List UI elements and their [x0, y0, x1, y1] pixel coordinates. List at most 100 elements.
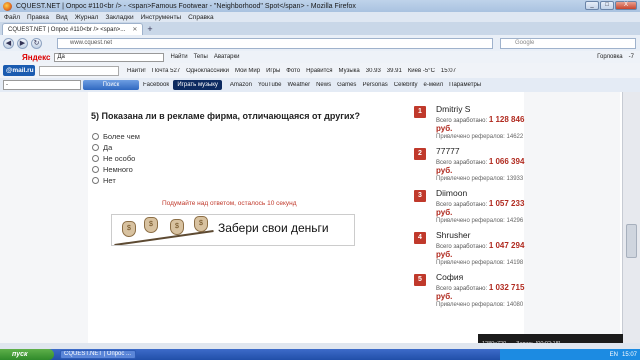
money-banner[interactable]: $ $ $ $ Забери свои деньги	[111, 214, 355, 246]
leader-name[interactable]: Dmitriy S	[436, 104, 470, 114]
scrollbar-thumb[interactable]	[626, 224, 637, 258]
radio-icon[interactable]	[92, 155, 99, 162]
forward-icon[interactable]: ▶	[17, 37, 28, 49]
url-input[interactable]: www.cquest.net	[57, 38, 493, 49]
weather-city[interactable]: Горловка	[597, 54, 623, 60]
leader-refs: Привлечено рефералов: 14198	[436, 260, 523, 266]
radio-icon[interactable]	[92, 166, 99, 173]
leader-earned: Всего заработано: 1 128 846 руб.	[436, 115, 536, 133]
celebrity-link[interactable]: Celebrity	[394, 82, 418, 88]
mailru-mail-link[interactable]: Почта 527	[152, 68, 180, 74]
email-link[interactable]: e-мейл	[423, 82, 443, 88]
mailru-myworld-link[interactable]: Мой Мир	[235, 68, 260, 74]
menu-bookmarks[interactable]: Закладки	[105, 14, 133, 21]
system-tray: EN 15:07	[500, 349, 640, 360]
weather-link[interactable]: Weather	[288, 82, 311, 88]
weather-temp: -7	[628, 54, 634, 60]
news-link[interactable]: News	[316, 82, 331, 88]
refs-label: Привлечено рефералов:	[436, 260, 505, 266]
tab-close-icon[interactable]: ✕	[132, 26, 137, 33]
mailru-search-input[interactable]	[39, 65, 119, 76]
mailru-logo[interactable]: @mail.ru	[3, 65, 35, 76]
menu-file[interactable]: Файл	[4, 14, 20, 21]
radio-icon[interactable]	[92, 177, 99, 184]
rank-badge: 5	[414, 274, 426, 286]
tab-label: CQUEST.NET | Опрос #110<br /> <span>...	[8, 26, 126, 33]
mailru-photo-link[interactable]: Фото	[286, 68, 300, 74]
menu-edit[interactable]: Правка	[27, 14, 49, 21]
taskbar-firefox-item[interactable]: CQUEST.NET | Опрос ...	[60, 350, 136, 359]
earned-currency: руб.	[436, 124, 453, 133]
leader-name[interactable]: София	[436, 272, 463, 282]
option-yes[interactable]: Да	[92, 142, 140, 153]
settings-link[interactable]: Параметры	[449, 82, 481, 88]
language-indicator[interactable]: EN	[610, 352, 618, 358]
play-music-button[interactable]: Играть музыку	[173, 80, 222, 90]
personas-link[interactable]: Personas	[362, 82, 387, 88]
yandex-themes-button[interactable]: Тепы	[194, 54, 208, 60]
refs-label: Привлечено рефералов:	[436, 134, 505, 140]
close-button[interactable]: X	[615, 1, 637, 10]
radio-icon[interactable]	[92, 144, 99, 151]
menu-tools[interactable]: Инструменты	[141, 14, 182, 21]
toolbar-clock: 15:07	[440, 67, 456, 74]
mailru-ok-link[interactable]: Одноклассники	[186, 68, 229, 74]
mailru-games-link[interactable]: Игры	[266, 68, 280, 74]
earned-amount: 1 047 294	[488, 241, 525, 250]
leader-name[interactable]: Diimoon	[436, 188, 467, 198]
games-link[interactable]: Games	[337, 82, 356, 88]
option-no[interactable]: Нет	[92, 175, 140, 186]
option-a-little[interactable]: Немного	[92, 164, 140, 175]
search-engine-select[interactable]: -	[3, 80, 81, 90]
menu-help[interactable]: Справка	[188, 14, 214, 21]
mailru-like-link[interactable]: Нравится	[306, 68, 332, 74]
menu-bar: Файл Правка Вид Журнал Закладки Инструме…	[0, 12, 640, 22]
firefox-icon	[3, 2, 12, 11]
minimize-button[interactable]: _	[585, 1, 599, 10]
start-button[interactable]: пуск	[0, 349, 54, 360]
yandex-avatars-button[interactable]: Аватарки	[214, 54, 240, 60]
rank-badge: 3	[414, 190, 426, 202]
reload-icon[interactable]: ↻	[31, 37, 42, 49]
rank-badge: 1	[414, 106, 426, 118]
rank-badge: 4	[414, 232, 426, 244]
new-tab-icon[interactable]: +	[147, 24, 152, 34]
option-not-really[interactable]: Не особо	[92, 153, 140, 164]
search-input[interactable]: Google	[500, 38, 636, 49]
social-toolbar: - Поиск Facebook Играть музыку Amazon Yo…	[0, 78, 640, 92]
earned-currency: руб.	[436, 250, 453, 259]
question-title: 5) Показана ли в рекламе фирма, отличающ…	[91, 111, 361, 121]
refs-label: Привлечено рефералов:	[436, 176, 505, 182]
vertical-scrollbar[interactable]	[622, 92, 640, 343]
menu-history[interactable]: Журнал	[75, 14, 99, 21]
refs-count: 14622	[506, 134, 524, 140]
mailru-toolbar: @mail.ru Найти! Почта 527 Одноклассники …	[0, 63, 640, 78]
refs-label: Привлечено рефералов:	[436, 218, 505, 224]
facebook-link[interactable]: Facebook	[143, 82, 169, 88]
leader-name[interactable]: 77777	[436, 146, 460, 156]
menu-view[interactable]: Вид	[56, 14, 68, 21]
leader-refs: Привлечено рефералов: 13933	[436, 176, 523, 182]
leader-earned: Всего заработано: 1 066 394 руб.	[436, 157, 536, 175]
page-margin-left	[0, 92, 88, 343]
money-bag-icon: $	[122, 221, 136, 237]
eur-rate: 39.91	[386, 67, 402, 74]
search-button[interactable]: Поиск	[83, 80, 139, 90]
mailru-find-button[interactable]: Найти!	[127, 68, 146, 74]
option-more-than[interactable]: Более чем	[92, 131, 140, 142]
yandex-find-button[interactable]: Найти	[170, 54, 187, 60]
leader-refs: Привлечено рефералов: 14080	[436, 302, 523, 308]
refs-count: 13933	[506, 176, 524, 182]
mailru-music-link[interactable]: Музыка	[339, 68, 360, 74]
tab-cquest[interactable]: CQUEST.NET | Опрос #110<br /> <span>... …	[2, 23, 144, 35]
back-icon[interactable]: ◀	[3, 37, 14, 49]
radio-icon[interactable]	[92, 133, 99, 140]
leader-name[interactable]: Shrusher	[436, 230, 471, 240]
yandex-search-input[interactable]: Да	[54, 52, 165, 62]
leader-earned: Всего заработано: 1 057 233 руб.	[436, 199, 536, 217]
youtube-link[interactable]: YouTube	[258, 82, 282, 88]
amazon-link[interactable]: Amazon	[230, 82, 252, 88]
navigation-bar: ◀ ▶ ↻ www.cquest.net Google	[0, 35, 640, 51]
maximize-button[interactable]: □	[600, 1, 614, 10]
leader-earned: Всего заработано: 1 032 715 руб.	[436, 283, 536, 301]
